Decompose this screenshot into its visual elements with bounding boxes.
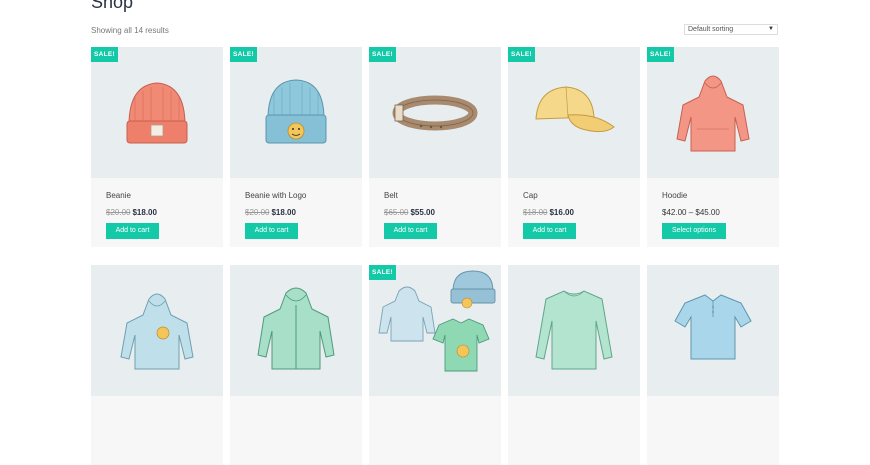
hoodie-icon <box>676 75 750 152</box>
add-to-cart-button[interactable]: Add to cart <box>384 223 437 239</box>
product-name[interactable]: Cap <box>523 191 538 200</box>
belt-icon <box>392 95 478 131</box>
product-card[interactable]: SALE! Beanie $20.00 $18.00 Add to cart <box>91 47 223 247</box>
hoodie-with-logo-icon <box>120 293 194 370</box>
cap-icon <box>535 86 615 133</box>
product-card[interactable] <box>91 265 223 465</box>
sort-select[interactable]: Default sorting ▼ <box>684 24 778 35</box>
product-card[interactable]: SALE! Cap $18.00 $16.00 Add to cart <box>508 47 640 247</box>
chevron-down-icon: ▼ <box>768 26 774 32</box>
product-price: $42.00 – $45.00 <box>662 208 720 217</box>
select-options-button[interactable]: Select options <box>662 223 726 239</box>
beanie-icon <box>126 82 188 144</box>
sale-badge: SALE! <box>369 265 396 280</box>
old-price: $20.00 <box>245 208 270 217</box>
long-sleeve-tee-icon <box>535 290 613 370</box>
product-card[interactable]: SALE! <box>369 265 501 465</box>
sale-badge: SALE! <box>230 47 257 62</box>
add-to-cart-button[interactable]: Add to cart <box>245 223 298 239</box>
polo-icon <box>674 294 752 360</box>
product-card[interactable] <box>647 265 779 465</box>
product-name[interactable]: Beanie <box>106 191 131 200</box>
result-count: Showing all 14 results <box>91 26 169 35</box>
product-image[interactable] <box>647 265 779 396</box>
product-card[interactable]: SALE! Hoodie $42.00 – $45.00 Select opti… <box>647 47 779 247</box>
add-to-cart-button[interactable]: Add to cart <box>523 223 576 239</box>
product-card[interactable]: SALE! Belt $65.00 $55.00 Add to cart <box>369 47 501 247</box>
sale-badge: SALE! <box>91 47 118 62</box>
sale-price: $16.00 <box>549 208 574 217</box>
sale-badge: SALE! <box>508 47 535 62</box>
product-name[interactable]: Beanie with Logo <box>245 191 306 200</box>
clothing-set-icon <box>378 270 496 372</box>
sale-price: $18.00 <box>132 208 157 217</box>
product-name[interactable]: Hoodie <box>662 191 687 200</box>
product-image[interactable] <box>91 47 223 178</box>
page-title: Shop <box>91 0 134 12</box>
sale-price: $55.00 <box>410 208 435 217</box>
product-image[interactable] <box>230 47 362 178</box>
beanie-logo-icon <box>265 79 327 144</box>
sale-price: $18.00 <box>271 208 296 217</box>
product-card[interactable] <box>508 265 640 465</box>
add-to-cart-button[interactable]: Add to cart <box>106 223 159 239</box>
product-image[interactable] <box>91 265 223 396</box>
product-image[interactable] <box>647 47 779 178</box>
product-price: $20.00 $18.00 <box>106 208 157 217</box>
product-image[interactable] <box>508 265 640 396</box>
product-image[interactable] <box>369 265 501 396</box>
product-image[interactable] <box>369 47 501 178</box>
product-price: $20.00 $18.00 <box>245 208 296 217</box>
old-price: $20.00 <box>106 208 131 217</box>
product-price: $18.00 $16.00 <box>523 208 574 217</box>
product-price: $65.00 $55.00 <box>384 208 435 217</box>
sale-badge: SALE! <box>647 47 674 62</box>
old-price: $65.00 <box>384 208 409 217</box>
product-image[interactable] <box>508 47 640 178</box>
old-price: $18.00 <box>523 208 548 217</box>
zip-hoodie-icon <box>257 287 335 370</box>
sale-badge: SALE! <box>369 47 396 62</box>
product-image[interactable] <box>230 265 362 396</box>
price-range: $42.00 – $45.00 <box>662 208 720 217</box>
sort-select-value: Default sorting <box>688 26 734 33</box>
product-card[interactable]: SALE! Beanie with Logo $20.00 $18.00 Add … <box>230 47 362 247</box>
product-name[interactable]: Belt <box>384 191 398 200</box>
product-card[interactable] <box>230 265 362 465</box>
